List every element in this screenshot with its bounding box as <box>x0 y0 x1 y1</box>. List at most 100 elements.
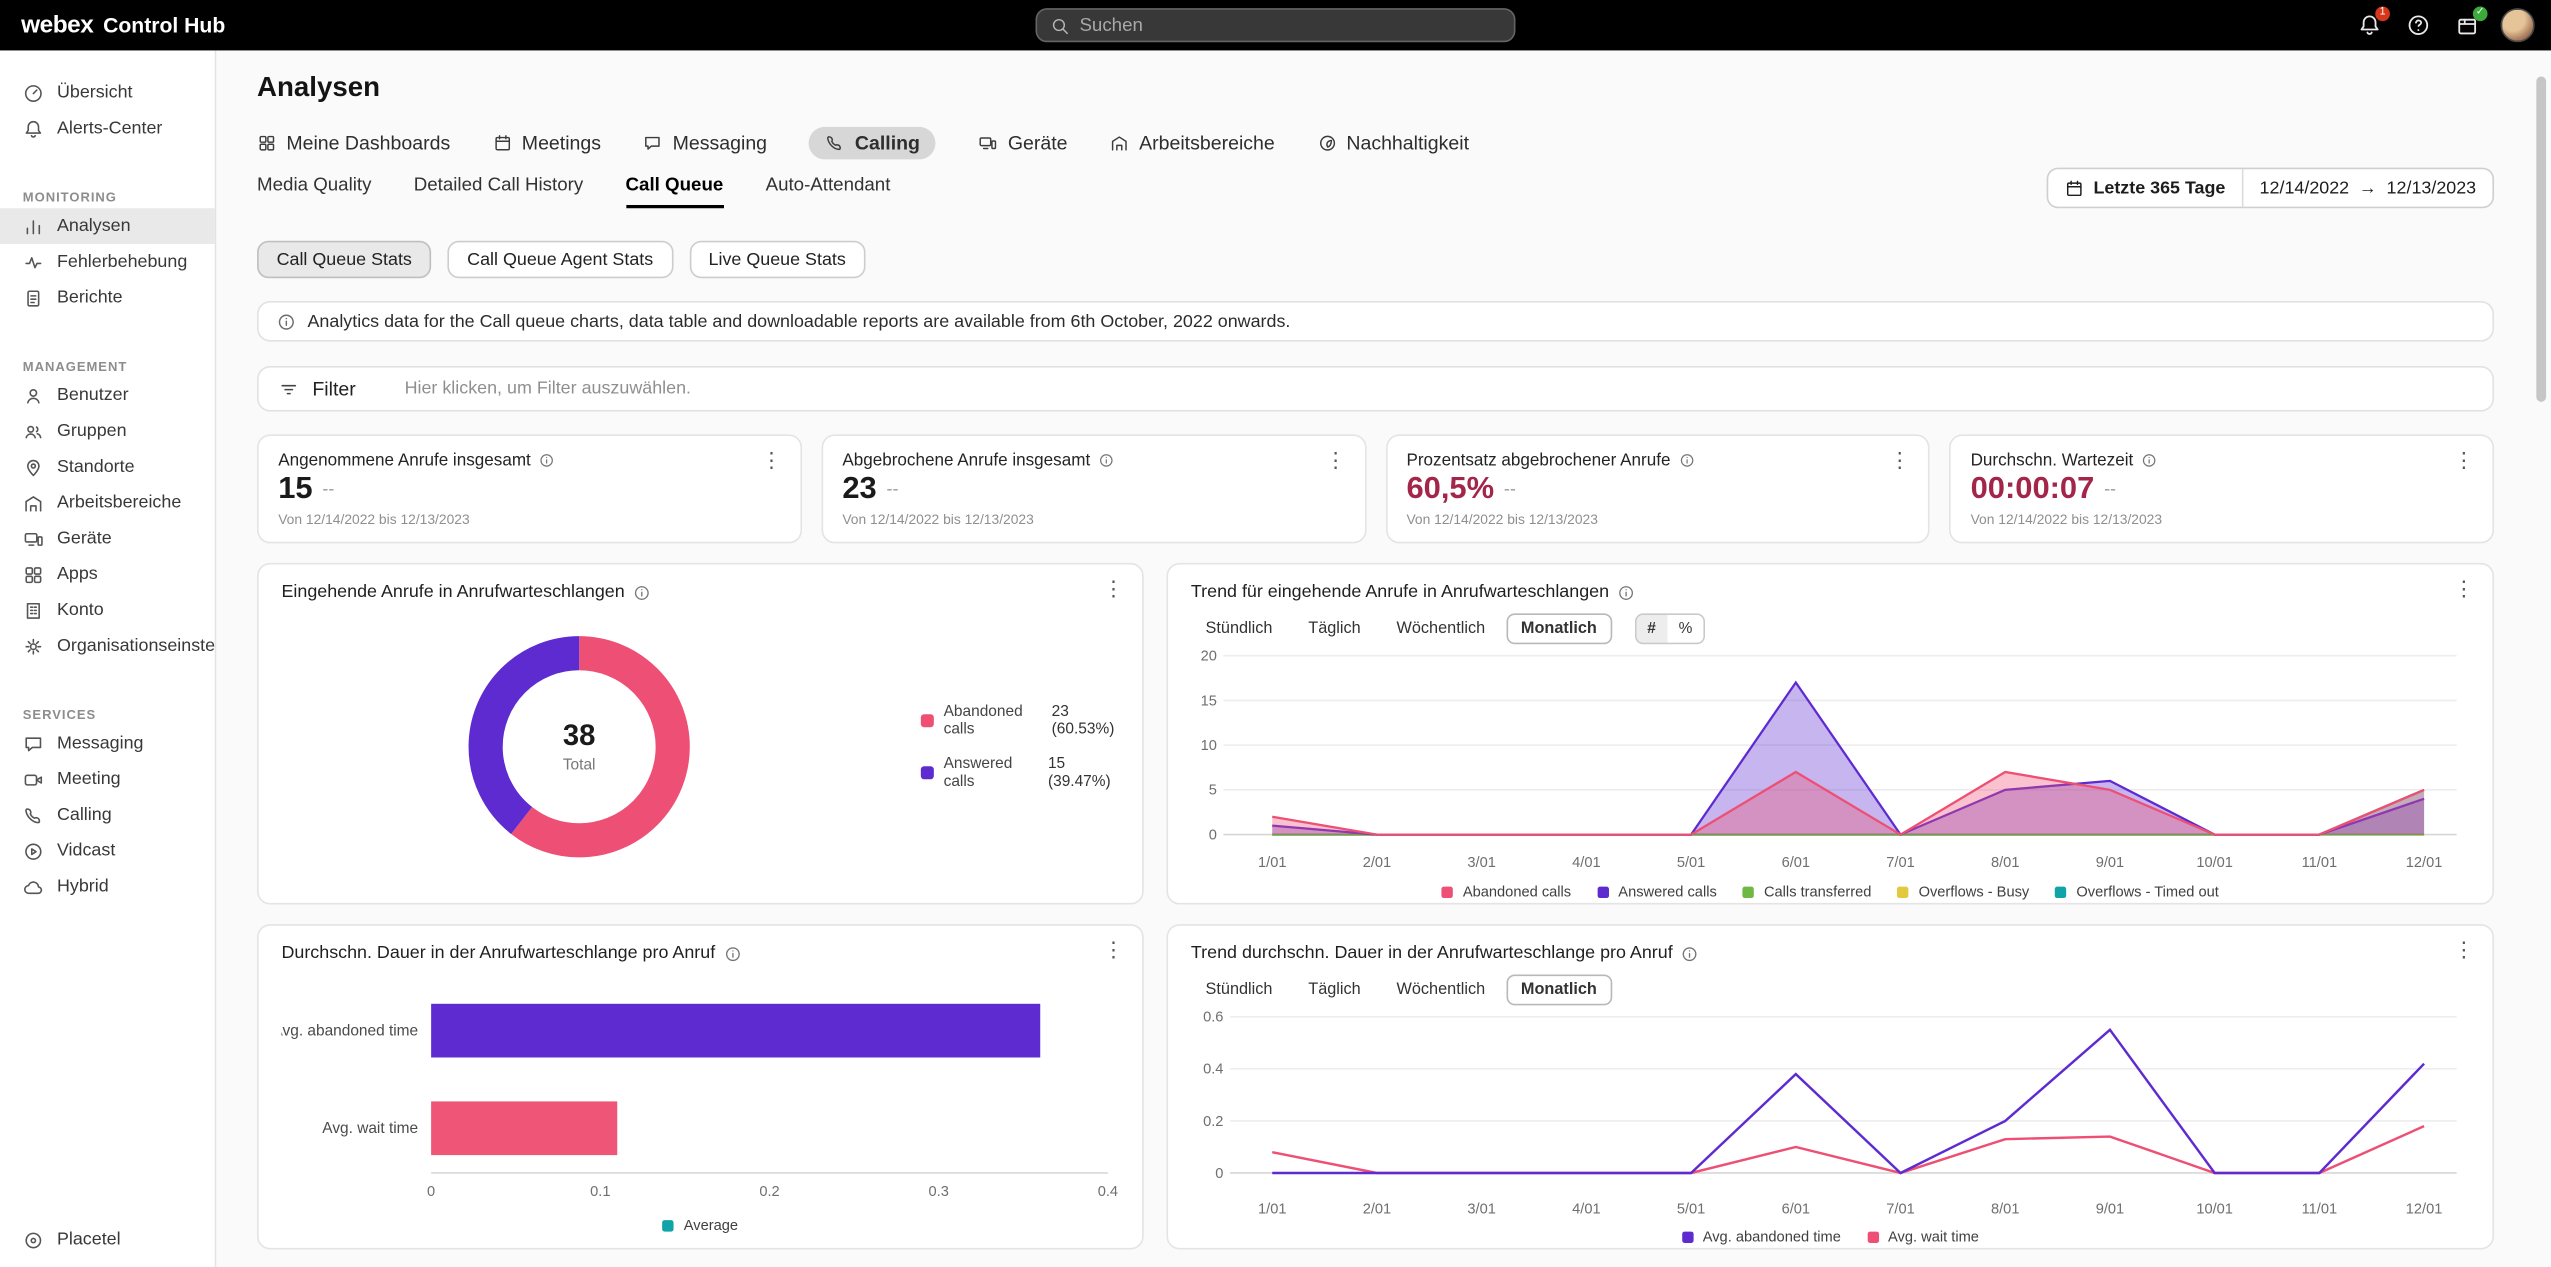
info-icon <box>277 312 297 332</box>
sidebar-item-hybrid[interactable]: Hybrid <box>0 869 215 905</box>
chart-row-2: Durchschn. Dauer in der Anrufwarteschlan… <box>257 924 2494 1249</box>
sidebar-item-label: Meeting <box>57 770 121 790</box>
card-menu-button[interactable]: ⋮ <box>2453 939 2474 960</box>
notifications-button[interactable]: 1 <box>2354 11 2383 40</box>
subtab-call-queue[interactable]: Call Queue <box>626 176 724 209</box>
kpi-menu-button[interactable]: ⋮ <box>1325 449 1346 470</box>
svg-text:10/01: 10/01 <box>2196 1202 2233 1218</box>
workspaces-icon <box>1110 133 1130 153</box>
card-menu-button[interactable]: ⋮ <box>1103 578 1124 599</box>
filter-bar[interactable]: Filter Hier klicken, um Filter auszuwähl… <box>257 366 2494 412</box>
topbar-actions: 1 ✓ <box>2354 0 2535 50</box>
kpi-menu-button[interactable]: ⋮ <box>761 449 782 470</box>
subtabs-row: Media Quality Detailed Call History Call Q… <box>257 176 2494 218</box>
subtab-auto-attendant[interactable]: Auto-Attendant <box>766 176 891 205</box>
avg-duration-bar-chart: Avg. abandoned timeAvg. wait time00.10.2… <box>281 963 1119 1215</box>
tab-messaging[interactable]: Messaging <box>643 132 767 155</box>
unit-toggle-percent[interactable]: % <box>1667 614 1704 642</box>
tab-ger-te[interactable]: Geräte <box>979 132 1068 155</box>
granularity-st-ndlich[interactable]: Stündlich <box>1191 974 1287 1005</box>
users-icon <box>23 385 44 406</box>
search-input[interactable] <box>1079 15 1500 35</box>
troubleshooting-icon <box>23 251 44 272</box>
svg-text:Avg. wait time: Avg. wait time <box>322 1120 418 1137</box>
card-menu-button[interactable]: ⋮ <box>1103 939 1124 960</box>
granularity-t-glich[interactable]: Täglich <box>1294 974 1376 1005</box>
granularity-st-ndlich[interactable]: Stündlich <box>1191 613 1287 644</box>
legend-item-overflows-timed-out: Overflows - Timed out <box>2055 883 2219 899</box>
svg-text:3/01: 3/01 <box>1467 1202 1495 1218</box>
info-icon <box>633 583 651 601</box>
kpi-suffix: -- <box>322 480 334 500</box>
granularity-t-glich[interactable]: Täglich <box>1294 613 1376 644</box>
pill-live-queue-stats[interactable]: Live Queue Stats <box>689 241 865 278</box>
sidebar-item-berichte[interactable]: Berichte <box>0 280 215 316</box>
sidebar-item-bersicht[interactable]: Übersicht <box>0 75 215 111</box>
card-menu-button[interactable]: ⋮ <box>2453 578 2474 599</box>
sidebar-item-gruppen[interactable]: Gruppen <box>0 413 215 449</box>
help-button[interactable] <box>2403 11 2432 40</box>
tab-nachhaltigkeit[interactable]: Nachhaltigkeit <box>1317 132 1469 155</box>
scrollbar-thumb[interactable] <box>2536 76 2546 401</box>
sidebar-item-ger-te[interactable]: Geräte <box>0 521 215 557</box>
subtab-media-quality[interactable]: Media Quality <box>257 176 371 205</box>
date-range-picker[interactable]: Letzte 365 Tage 12/14/2022 → 12/13/2023 <box>2046 168 2494 209</box>
sidebar-item-meeting[interactable]: Meeting <box>0 761 215 797</box>
chart-legend: Avg. abandoned timeAvg. wait time <box>1191 1228 2470 1244</box>
kpi-period: Von 12/14/2022 bis 12/13/2023 <box>842 511 1344 527</box>
granularity-monatlich[interactable]: Monatlich <box>1506 974 1611 1005</box>
tab-calling[interactable]: Calling <box>809 127 936 160</box>
unit-toggle-count[interactable]: # <box>1636 614 1667 642</box>
overview-icon <box>23 82 44 103</box>
sidebar-item-apps[interactable]: Apps <box>0 556 215 592</box>
pill-call-queue-stats[interactable]: Call Queue Stats <box>257 241 431 278</box>
tab-meine-dashboards[interactable]: Meine Dashboards <box>257 132 450 155</box>
sidebar-item-standorte[interactable]: Standorte <box>0 449 215 485</box>
orders-check-badge: ✓ <box>2473 6 2488 21</box>
sidebar-item-alerts-center[interactable]: Alerts-Center <box>0 111 215 147</box>
svg-text:12/01: 12/01 <box>2406 855 2443 871</box>
analytics-icon <box>23 216 44 237</box>
tab-arbeitsbereiche[interactable]: Arbeitsbereiche <box>1110 132 1275 155</box>
svg-text:3/01: 3/01 <box>1467 855 1495 871</box>
orders-button[interactable]: ✓ <box>2452 11 2481 40</box>
svg-text:0.2: 0.2 <box>1203 1114 1223 1130</box>
sidebar-item-fehlerbehebung[interactable]: Fehlerbehebung <box>0 244 215 280</box>
messaging-icon <box>643 133 663 153</box>
sidebar-item-analysen[interactable]: Analysen <box>0 208 215 244</box>
sidebar-item-benutzer[interactable]: Benutzer <box>0 377 215 413</box>
svg-text:0.6: 0.6 <box>1203 1010 1223 1026</box>
sidebar-item-calling[interactable]: Calling <box>0 797 215 833</box>
sidebar-item-arbeitsbereiche[interactable]: Arbeitsbereiche <box>0 485 215 521</box>
global-search[interactable] <box>1036 8 1516 42</box>
tab-meetings[interactable]: Meetings <box>493 132 602 155</box>
date-range-dates[interactable]: 12/14/2022 → 12/13/2023 <box>2243 169 2492 206</box>
info-icon <box>539 452 555 468</box>
svg-text:0.1: 0.1 <box>590 1184 610 1200</box>
sidebar-item-label: Hybrid <box>57 877 109 897</box>
granularity-toolbar: StündlichTäglichWöchentlichMonatlich #% <box>1191 610 2470 646</box>
webex-logo: webex <box>21 11 93 39</box>
sidebar-item-placetel[interactable]: Placetel <box>0 1222 215 1258</box>
app-window: webex Control Hub 1 ✓ ÜbersichtAlerts-Ce… <box>0 0 2551 1267</box>
granularity-w-chentlich[interactable]: Wöchentlich <box>1382 613 1500 644</box>
legend-item-abandoned-calls: Abandoned calls23 (60.53%) <box>921 703 1119 739</box>
sidebar-item-konto[interactable]: Konto <box>0 592 215 628</box>
date-range-preset[interactable]: Letzte 365 Tage <box>2048 169 2243 206</box>
kpi-menu-button[interactable]: ⋮ <box>1889 449 1910 470</box>
arrow-right-icon: → <box>2359 178 2377 198</box>
pill-call-queue-agent-stats[interactable]: Call Queue Agent Stats <box>448 241 673 278</box>
sidebar-item-organisationseinstellun[interactable]: Organisationseinstellun... <box>0 628 215 664</box>
kpi-menu-button[interactable]: ⋮ <box>2453 449 2474 470</box>
sidebar-item-vidcast[interactable]: Vidcast <box>0 833 215 869</box>
sidebar-item-label: Berichte <box>57 288 123 308</box>
main-content: Analysen Meine DashboardsMeetingsMessagi… <box>216 50 2551 1267</box>
granularity-w-chentlich[interactable]: Wöchentlich <box>1382 974 1500 1005</box>
subtab-detailed-call-history[interactable]: Detailed Call History <box>414 176 584 205</box>
granularity-monatlich[interactable]: Monatlich <box>1506 613 1611 644</box>
date-start: 12/14/2022 <box>2260 178 2350 198</box>
sidebar-item-messaging[interactable]: Messaging <box>0 726 215 762</box>
user-avatar[interactable] <box>2501 8 2535 42</box>
svg-text:5/01: 5/01 <box>1677 855 1705 871</box>
workspaces-icon <box>23 492 44 513</box>
